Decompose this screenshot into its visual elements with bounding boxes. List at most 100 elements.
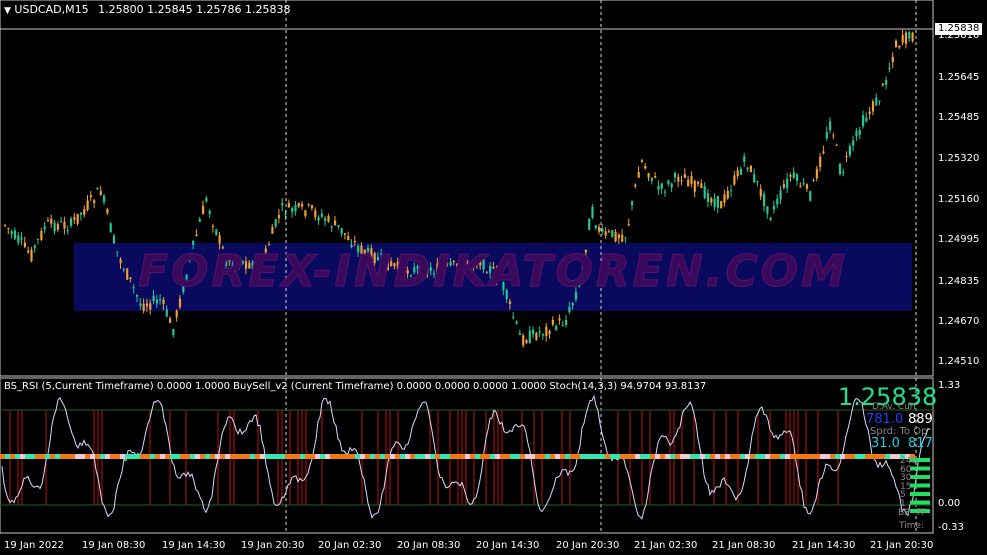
candle-body xyxy=(634,184,637,187)
time-axis-label: 19 Jan 14:30 xyxy=(162,540,226,551)
buysell-segment xyxy=(405,454,410,459)
buysell-segment xyxy=(490,454,495,459)
dropdown-triangle-icon[interactable]: ▼ xyxy=(4,6,11,16)
candle-body xyxy=(739,168,743,175)
candle-body xyxy=(50,218,53,224)
buysell-segment xyxy=(745,454,750,459)
candle-body xyxy=(845,156,848,158)
candle-body xyxy=(809,191,812,201)
candle-body xyxy=(40,230,43,240)
candle-body xyxy=(802,183,805,185)
buysell-segment xyxy=(265,454,270,459)
buysell-segment xyxy=(150,454,155,459)
candle-body xyxy=(301,203,304,207)
candle-body xyxy=(96,187,99,190)
candle-body xyxy=(650,177,653,181)
buysell-segment xyxy=(30,454,35,459)
buysell-segment xyxy=(625,454,630,459)
buysell-segment xyxy=(205,454,210,459)
candle-body xyxy=(624,237,627,239)
candle-body xyxy=(898,45,901,48)
candle-body xyxy=(782,184,785,188)
candle-body xyxy=(911,32,914,42)
buysell-segment xyxy=(665,454,670,459)
candle-body xyxy=(664,191,667,193)
candle-body xyxy=(7,228,10,230)
candle-body xyxy=(76,214,79,224)
candle-body xyxy=(274,219,277,227)
buysell-segment xyxy=(110,454,115,459)
candle-body xyxy=(291,208,294,212)
buysell-segment xyxy=(680,454,685,459)
buysell-segment xyxy=(50,454,55,459)
price-axis-label: 1.25160 xyxy=(938,194,980,205)
time-axis-label: 20 Jan 02:30 xyxy=(318,540,382,551)
time-axis-label: 21 Jan 08:30 xyxy=(712,540,776,551)
buysell-segment xyxy=(45,454,50,459)
buysell-segment xyxy=(560,454,565,459)
candle-body xyxy=(835,144,838,146)
buysell-segment xyxy=(620,454,625,459)
candle-body xyxy=(723,194,726,203)
price-axis-label: 1.25645 xyxy=(938,72,980,83)
chart-window[interactable]: FOREX-INDIKATOREN.COM ▼ USDCAD,M15 1.258… xyxy=(0,0,987,555)
buysell-segment xyxy=(250,454,255,459)
candle-body xyxy=(33,245,36,249)
buysell-segment xyxy=(835,454,840,459)
candle-body xyxy=(789,174,792,177)
buysell-segment xyxy=(425,454,430,459)
candle-body xyxy=(13,230,17,239)
candle-body xyxy=(601,228,604,232)
buysell-segment xyxy=(845,454,850,459)
candle-body xyxy=(881,83,884,86)
candle-body xyxy=(746,167,749,169)
candle-body xyxy=(93,200,96,204)
candle-body xyxy=(287,203,290,208)
buysell-segment xyxy=(685,454,690,459)
candle-body xyxy=(334,220,337,226)
buysell-segment xyxy=(140,454,145,459)
current-price-tag: 1.25838 xyxy=(935,23,983,35)
candle-body xyxy=(571,302,574,306)
buysell-segment xyxy=(75,454,80,459)
candle-body xyxy=(700,183,703,188)
candle-body xyxy=(858,129,861,135)
candle-body xyxy=(871,101,875,112)
buysell-segment xyxy=(420,454,425,459)
buysell-segment xyxy=(175,454,180,459)
buysell-segment xyxy=(240,454,245,459)
price-axis-label: 1.24670 xyxy=(938,316,980,327)
buysell-segment xyxy=(365,454,370,459)
candle-body xyxy=(165,309,168,317)
buysell-segment xyxy=(20,454,25,459)
candle-body xyxy=(862,115,865,127)
buysell-segment xyxy=(395,454,400,459)
timeframe-bar xyxy=(910,492,930,496)
buysell-segment xyxy=(830,454,835,459)
candle-body xyxy=(779,190,782,200)
buysell-segment xyxy=(700,454,705,459)
time-axis-label: 21 Jan 14:30 xyxy=(792,540,856,551)
buysell-segment xyxy=(475,454,480,459)
buysell-segment xyxy=(780,454,785,459)
candle-body xyxy=(792,172,795,178)
candle-body xyxy=(720,201,723,209)
timeframe-bar xyxy=(910,475,930,479)
buysell-segment xyxy=(795,454,800,459)
watermark-text: FOREX-INDIKATOREN.COM xyxy=(138,246,848,298)
candle-body xyxy=(891,56,894,63)
buysell-segment xyxy=(10,454,15,459)
buysell-segment xyxy=(865,454,870,459)
candle-body xyxy=(109,223,112,233)
buysell-segment xyxy=(725,454,730,459)
candle-body xyxy=(314,210,317,218)
candle-body xyxy=(162,299,165,305)
candle-body xyxy=(749,165,752,172)
time-axis-label: 19 Jan 20:30 xyxy=(241,540,305,551)
buysell-segment xyxy=(860,454,865,459)
candle-body xyxy=(548,330,551,335)
stat-row1-label: D.Av. Curr xyxy=(872,402,918,412)
buysell-segment xyxy=(155,454,160,459)
candle-body xyxy=(86,200,89,210)
buysell-segment xyxy=(255,454,260,459)
